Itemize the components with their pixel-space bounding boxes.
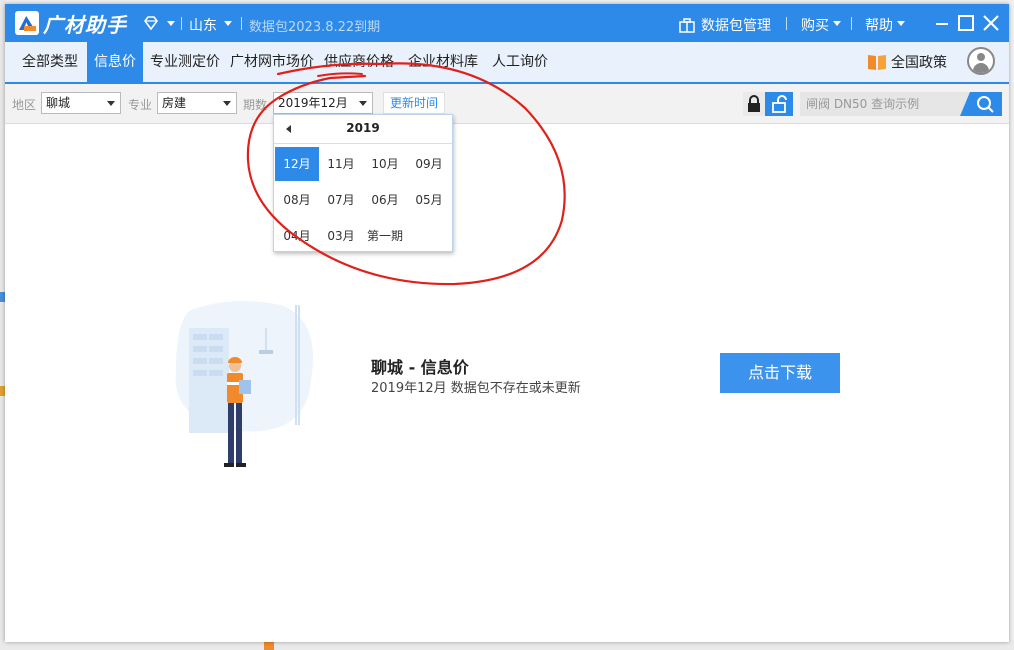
package-icon xyxy=(679,17,695,33)
empty-state-subtitle: 2019年12月 数据包不存在或未更新 xyxy=(371,381,581,396)
package-manage-button[interactable]: 数据包管理 xyxy=(679,15,771,35)
help-menu[interactable]: 帮助 xyxy=(865,15,893,35)
region-caret-icon[interactable] xyxy=(224,21,232,26)
divider xyxy=(181,17,182,30)
maximize-icon[interactable] xyxy=(957,14,975,32)
month-option[interactable]: 第一期 xyxy=(363,219,407,253)
month-option[interactable]: 10月 xyxy=(363,147,407,181)
month-option[interactable]: 04月 xyxy=(275,219,319,253)
month-option[interactable]: 11月 xyxy=(319,147,363,181)
region-selector[interactable]: 山东 xyxy=(189,15,217,35)
picker-year: 2019 xyxy=(346,121,380,135)
expire-notice: 数据包2023.8.22到期 xyxy=(249,20,381,35)
user-avatar-icon[interactable] xyxy=(967,47,995,75)
month-option[interactable]: 12月 xyxy=(275,147,319,181)
background-mark xyxy=(264,642,274,650)
period-picker-dropdown: 2019 12月 11月 10月 09月 08月 07月 06月 05月 04月… xyxy=(273,114,453,252)
filter-bar: 地区 聊城 专业 房建 期数 2019年12月 更新时间 闸阀 DN50 查询示… xyxy=(5,84,1009,124)
area-value: 聊城 xyxy=(46,96,71,110)
unlock-icon[interactable] xyxy=(765,92,793,116)
diamond-vip-icon[interactable] xyxy=(143,15,159,31)
month-option[interactable]: 09月 xyxy=(407,147,451,181)
app-name: 广材助手 xyxy=(43,12,127,37)
tab-professional-price[interactable]: 专业测定价 xyxy=(145,42,225,82)
update-time-button[interactable]: 更新时间 xyxy=(383,92,446,114)
divider xyxy=(851,17,852,30)
period-value: 2019年12月 xyxy=(278,96,348,110)
worker-illustration xyxy=(175,301,313,467)
month-option[interactable]: 03月 xyxy=(319,219,363,253)
app-window: 广材助手 山东 数据包2023.8.22到期 数据包管理 购买 帮助 全部类型 … xyxy=(5,4,1009,642)
tab-info-price[interactable]: 信息价 xyxy=(87,42,143,82)
vip-dropdown-caret-icon[interactable] xyxy=(167,21,175,26)
tab-all-types[interactable]: 全部类型 xyxy=(15,42,85,82)
major-select[interactable]: 房建 xyxy=(157,92,237,114)
national-policy-button[interactable]: 全国政策 xyxy=(867,52,947,72)
lock-icon[interactable] xyxy=(743,92,765,116)
tab-manual-inquiry[interactable]: 人工询价 xyxy=(487,42,553,82)
category-tab-bar: 全部类型 信息价 专业测定价 广材网市场价 供应商价格 企业材料库 人工询价 全… xyxy=(5,42,1009,84)
package-manage-label: 数据包管理 xyxy=(701,18,771,34)
divider xyxy=(241,17,242,30)
title-bar: 广材助手 山东 数据包2023.8.22到期 数据包管理 购买 帮助 xyxy=(5,4,1009,42)
area-select[interactable]: 聊城 xyxy=(41,92,121,114)
tab-supplier-price[interactable]: 供应商价格 xyxy=(319,42,399,82)
picker-header: 2019 xyxy=(274,115,452,144)
period-label: 期数 xyxy=(243,98,268,112)
major-value: 房建 xyxy=(162,96,187,110)
minimize-icon[interactable] xyxy=(933,14,951,32)
chevron-down-icon xyxy=(223,101,231,106)
empty-state-title: 聊城 - 信息价 xyxy=(371,358,469,377)
help-caret-icon[interactable] xyxy=(897,21,905,26)
area-label: 地区 xyxy=(12,98,37,112)
chevron-down-icon xyxy=(107,101,115,106)
month-option[interactable]: 06月 xyxy=(363,183,407,217)
logo-icon xyxy=(15,11,39,35)
divider xyxy=(786,17,787,30)
book-icon xyxy=(868,55,886,70)
buy-caret-icon[interactable] xyxy=(833,21,841,26)
app-logo: 广材助手 xyxy=(15,9,127,37)
month-option[interactable]: 05月 xyxy=(407,183,451,217)
buy-menu[interactable]: 购买 xyxy=(801,15,829,35)
search-input[interactable]: 闸阀 DN50 查询示例 xyxy=(800,92,970,116)
month-option[interactable]: 08月 xyxy=(275,183,319,217)
month-option[interactable]: 07月 xyxy=(319,183,363,217)
major-label: 专业 xyxy=(128,98,153,112)
tab-enterprise-library[interactable]: 企业材料库 xyxy=(403,42,483,82)
period-select[interactable]: 2019年12月 xyxy=(273,92,373,114)
national-policy-label: 全国政策 xyxy=(891,55,947,71)
download-button[interactable]: 点击下载 xyxy=(720,353,840,393)
tab-market-price[interactable]: 广材网市场价 xyxy=(227,42,317,82)
chevron-down-icon xyxy=(359,101,367,106)
close-icon[interactable] xyxy=(982,14,1000,32)
